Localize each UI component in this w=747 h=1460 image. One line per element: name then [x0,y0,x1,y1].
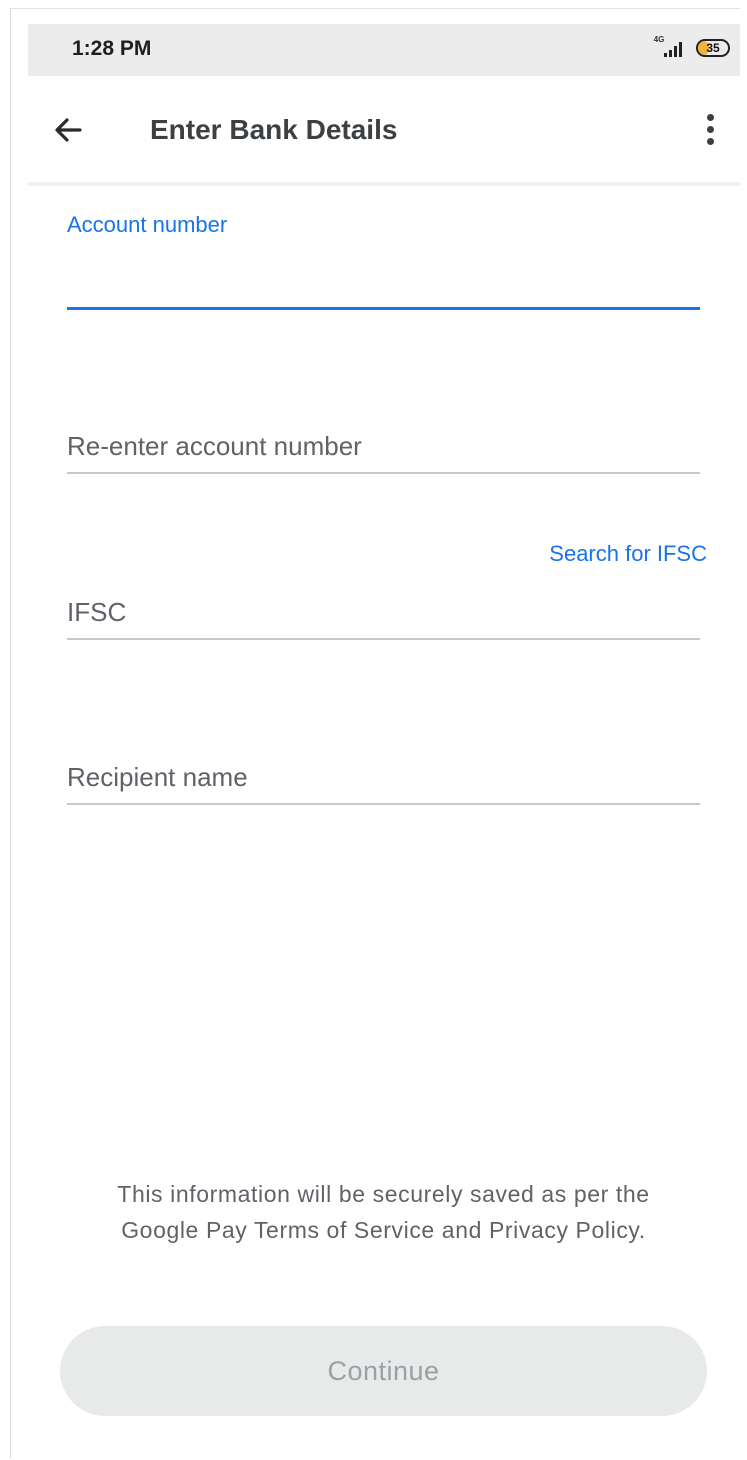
battery-level: 35 [706,41,720,55]
reenter-account-number-input[interactable] [67,428,700,464]
screen: 1:28 PM 4G 35 Enter Bank Details Account… [0,0,747,1460]
account-number-underline [67,307,700,310]
status-time: 1:28 PM [72,37,152,60]
ifsc-input[interactable] [67,594,700,630]
frame-edge [10,8,740,9]
app-bar: Enter Bank Details [28,76,740,186]
signal-icon [664,41,684,57]
disclaimer-text: This information will be securely saved … [117,1181,650,1243]
frame-edge [10,8,11,1458]
recipient-name-input[interactable] [67,759,700,795]
search-ifsc-link[interactable]: Search for IFSC [549,541,707,567]
reenter-account-number-field [67,420,700,480]
more-vert-icon [707,114,714,121]
more-options-button[interactable] [698,110,722,150]
recipient-name-field [67,751,700,811]
status-bar: 1:28 PM 4G 35 [28,24,740,76]
account-number-input[interactable] [67,260,700,300]
arrow-back-icon [55,118,82,142]
back-button[interactable] [48,110,88,150]
page-title: Enter Bank Details [150,114,398,145]
account-number-field: Account number [67,212,700,312]
ifsc-underline [67,638,700,640]
account-number-label: Account number [67,212,228,237]
continue-button[interactable]: Continue [60,1326,707,1416]
more-vert-icon [707,138,714,145]
recipient-name-underline [67,803,700,805]
more-vert-icon [707,126,714,133]
battery-icon: 35 [696,39,730,57]
reenter-account-number-underline [67,472,700,474]
ifsc-field [67,586,700,646]
